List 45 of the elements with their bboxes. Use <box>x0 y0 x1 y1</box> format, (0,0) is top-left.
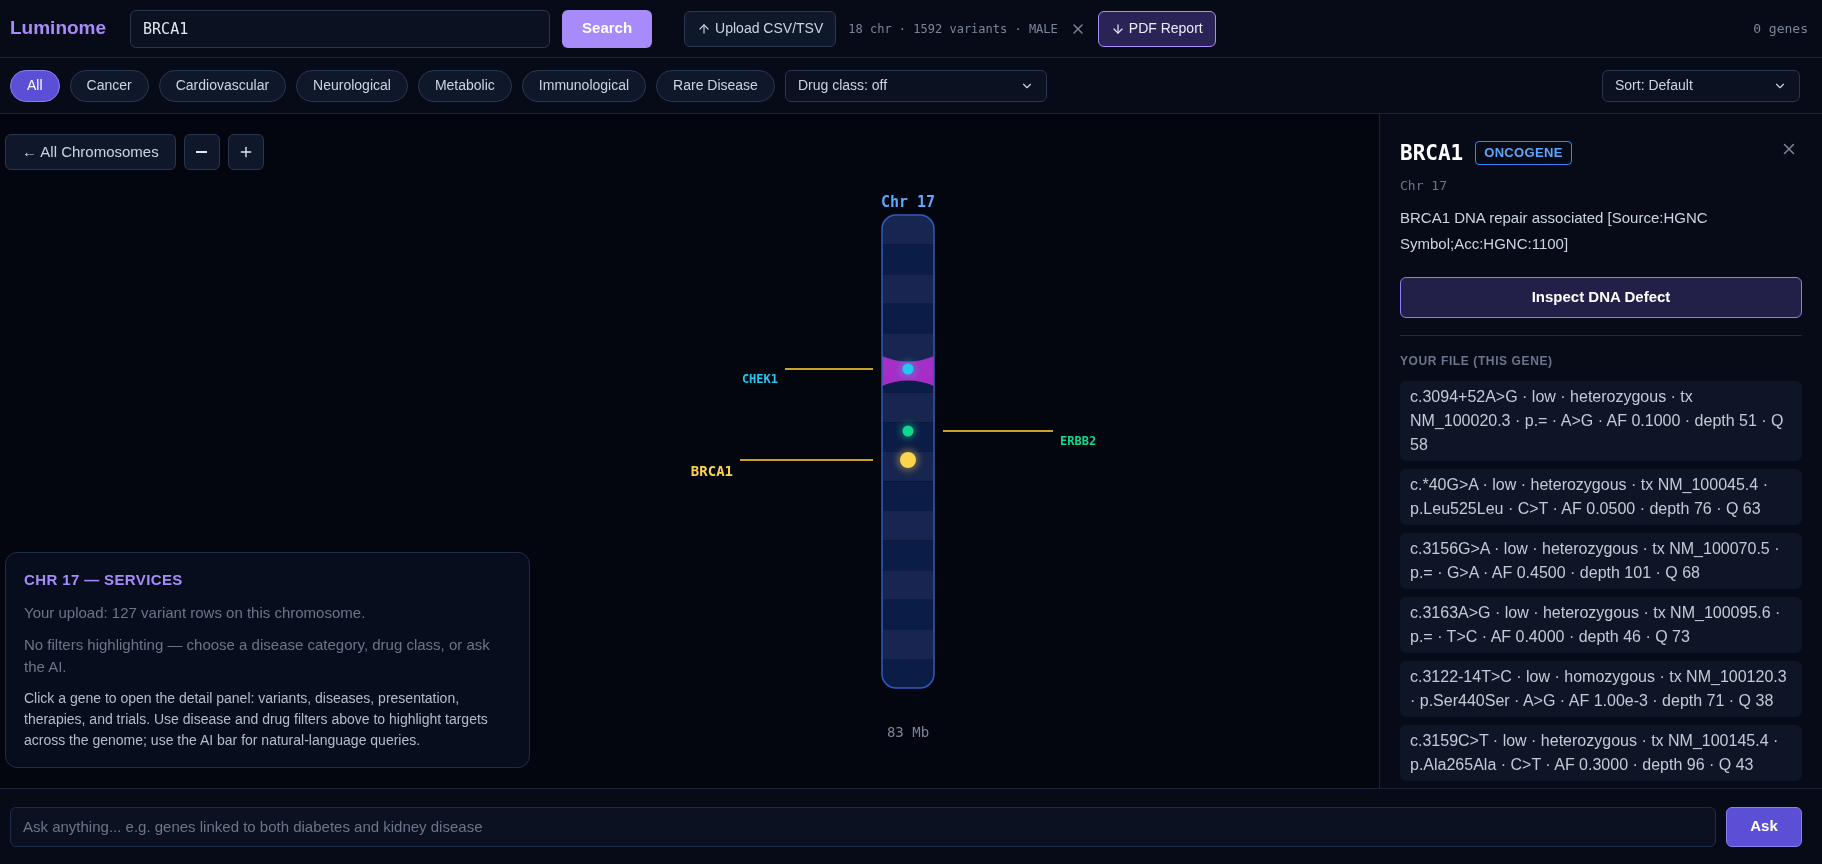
chromosome-length: 83 Mb <box>886 724 930 740</box>
gene-label[interactable]: CHEK1 <box>741 372 778 386</box>
variant-row[interactable]: c.3159C>T · low · heterozygous · tx NM_100145.4 · p.Ala265Ala · C>T · AF 0.3000 · depth 96 · Q 43 <box>1400 725 1802 781</box>
pdf-report-button[interactable]: PDF Report <box>1097 10 1216 47</box>
filter-chip[interactable]: Immunological <box>521 69 647 102</box>
filter-chip[interactable]: Cancer <box>69 69 149 102</box>
help-text: Click a gene to open the detail panel: variants, diseases, presentation, therapies, and trials. Use disease and drug filters above to highlight targets across the genome; use the AI bar for natural-language queries. <box>24 689 489 750</box>
file-status: 18 chr · 1592 variants · MALE <box>848 20 1058 38</box>
card-title: CHR 17 — SERVICES <box>24 570 184 590</box>
upload-note: Your upload: 127 variant rows on this chromosome. <box>24 602 367 623</box>
minus-icon <box>196 151 208 153</box>
zoom-in-button[interactable] <box>227 134 264 170</box>
sort-select[interactable]: Sort: Default <box>1602 69 1800 102</box>
variant-row[interactable]: c.3156G>A · low · heterozygous · tx NM_100070.5 · p.= · G>A · AF 0.4500 · depth 101 · Q 68 <box>1400 533 1802 589</box>
app-logo: Luminome <box>10 16 107 41</box>
filter-note: No filters highlighting — choose a disease category, drug class, or ask the AI. <box>24 635 491 677</box>
gene-title: BRCA1 <box>1400 140 1464 167</box>
upload-button[interactable]: Upload CSV/TSV <box>684 10 837 47</box>
gene-chromosome: Chr 17 <box>1400 176 1448 195</box>
variant-row[interactable]: c.3163A>G · low · heterozygous · tx NM_100095.6 · p.= · T>C · AF 0.4000 · depth 46 · Q 73 <box>1400 597 1802 653</box>
inspect-dna-defect-button[interactable]: Inspect DNA Defect <box>1400 277 1802 318</box>
chromosome-label: Chr 17 <box>880 193 936 211</box>
gene-count: 0 genes <box>1753 19 1808 38</box>
gene-description: BRCA1 DNA repair associated [Source:HGNC Symbol;Acc:HGNC:1100] <box>1400 208 1709 254</box>
gene-label[interactable]: ERBB2 <box>1060 434 1097 448</box>
chromosome-drawing[interactable] <box>881 214 935 689</box>
variant-row[interactable]: c.*40G>A · low · heterozygous · tx NM_100045.4 · p.Leu525Leu · C>T · AF 0.0500 · depth 76 · Q 63 <box>1400 469 1802 525</box>
drug-class-select[interactable]: Drug class: off <box>784 69 1047 102</box>
ask-field[interactable]: Ask anything... e.g. genes linked to both diabetes and kidney disease <box>10 806 1716 847</box>
gene-label[interactable]: BRCA1 <box>690 463 733 479</box>
filter-chip[interactable]: Rare Disease <box>656 69 775 102</box>
filter-chip[interactable]: Metabolic <box>417 69 512 102</box>
gene-type-tag: ONCOGENE <box>1475 141 1572 165</box>
gene-marker[interactable] <box>902 363 914 375</box>
section-title: YOUR FILE (THIS GENE) <box>1400 353 1554 370</box>
search-field[interactable]: BRCA1 <box>130 9 551 48</box>
ask-button[interactable]: Ask <box>1726 806 1802 847</box>
filter-chip[interactable]: All <box>10 69 60 102</box>
filter-chip[interactable]: Neurological <box>296 69 408 102</box>
all-chromosomes-button[interactable]: ← All Chromosomes <box>5 134 176 170</box>
gene-marker[interactable] <box>902 425 914 437</box>
variant-row[interactable]: c.3122-14T>C · low · homozygous · tx NM_100120.3 · p.Ser440Ser · A>G · AF 1.00e-3 · depth 71 · Q 38 <box>1400 661 1802 717</box>
variant-row[interactable]: c.3094+52A>G · low · heterozygous · tx NM_100020.3 · p.= · A>G · AF 0.1000 · depth 51 · Q 58 <box>1400 381 1802 461</box>
filter-chip[interactable]: Cardiovascular <box>158 69 287 102</box>
gene-marker[interactable] <box>900 452 916 468</box>
